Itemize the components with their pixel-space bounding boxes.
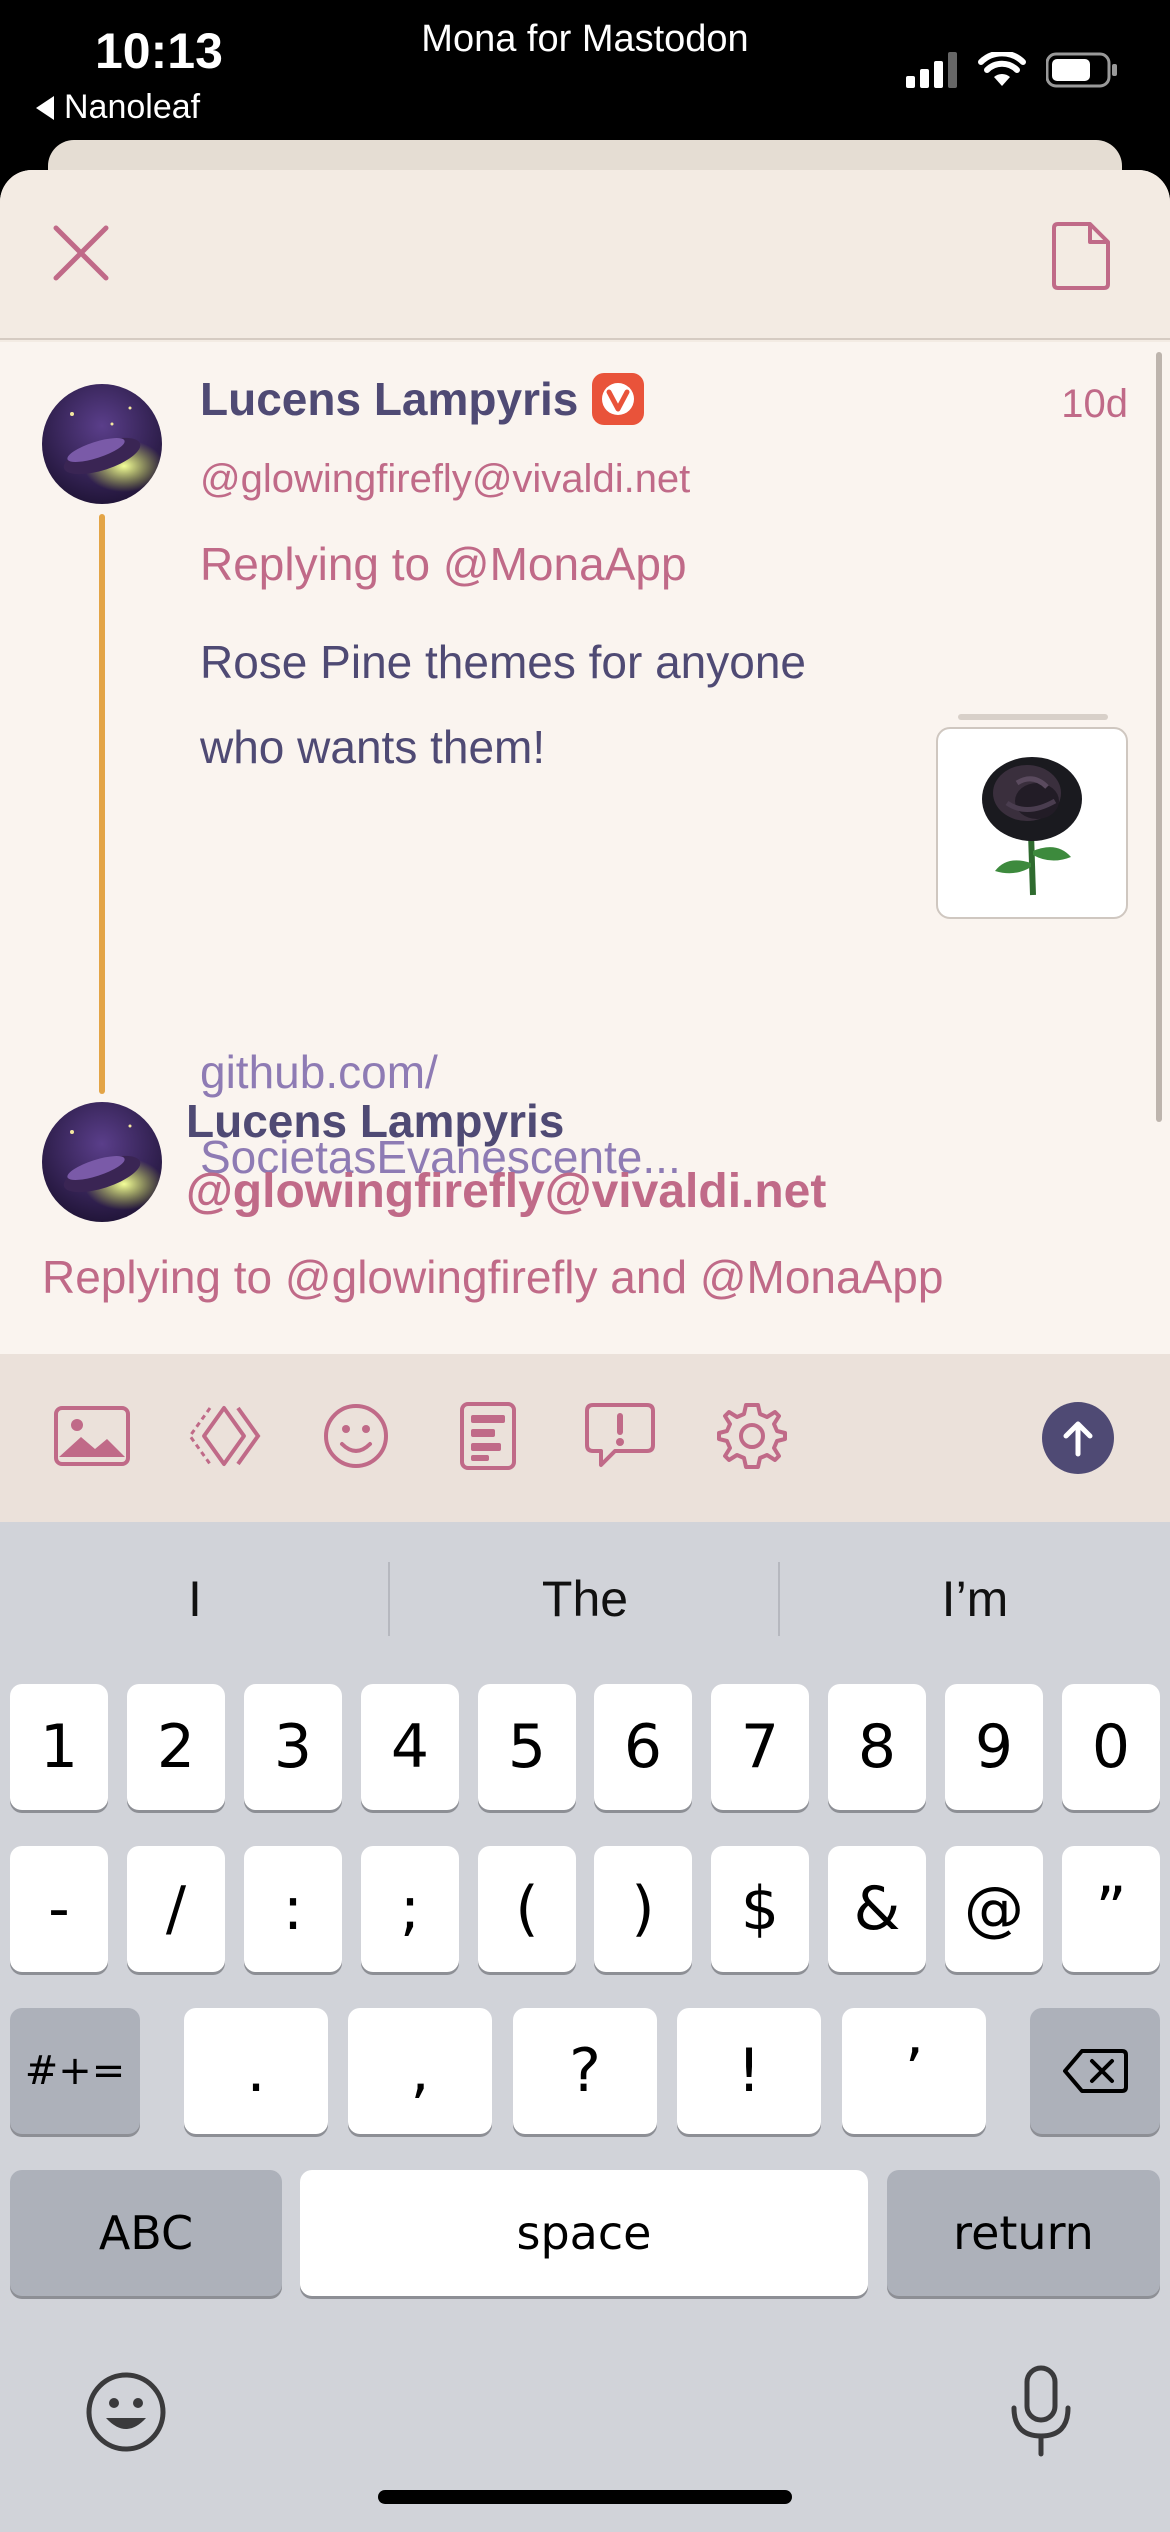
key-8[interactable]: 8	[828, 1684, 926, 1810]
back-triangle-icon	[36, 95, 54, 120]
key-hyphen[interactable]: -	[10, 1846, 108, 1972]
delete-key[interactable]	[1030, 2008, 1160, 2134]
keyboard-suggestions: I The I’m	[0, 1522, 1170, 1672]
suggestion-item[interactable]: I’m	[780, 1570, 1170, 1628]
media-stack-indicator	[958, 714, 1108, 720]
key-question[interactable]: ?	[513, 2008, 657, 2134]
status-icons	[906, 52, 1118, 88]
composer-avatar[interactable]	[42, 1102, 162, 1222]
content-warning-button[interactable]	[578, 1394, 662, 1478]
image-icon	[54, 1406, 130, 1466]
post-timestamp: 10d	[1061, 382, 1128, 426]
key-3[interactable]: 3	[244, 1684, 342, 1810]
key-6[interactable]: 6	[594, 1684, 692, 1810]
post-author-name-label: Lucens Lampyris	[200, 373, 579, 425]
key-period[interactable]: .	[184, 2008, 328, 2134]
suggestion-item[interactable]: I	[0, 1570, 390, 1628]
compose-sheet: Lucens Lampyris 10d @glowingfirefly@viva…	[0, 170, 1170, 1522]
suggestion-item[interactable]: The	[390, 1570, 780, 1628]
content-warning-icon	[585, 1403, 655, 1467]
composer-replying-to[interactable]: Replying to @glowingfirefly and @MonaApp	[42, 1250, 943, 1304]
compose-toolbar	[0, 1354, 1170, 1522]
rose-image	[982, 757, 1082, 896]
thread-line	[99, 514, 105, 1094]
composer-account-handle[interactable]: @glowingfirefly@vivaldi.net	[186, 1164, 826, 1219]
key-0[interactable]: 0	[1062, 1684, 1160, 1810]
send-icon	[1063, 1421, 1093, 1457]
gif-icon	[188, 1406, 261, 1466]
scrollbar[interactable]	[1156, 352, 1162, 1122]
post-author-name[interactable]: Lucens Lampyris	[200, 372, 645, 426]
add-image-button[interactable]	[50, 1394, 134, 1478]
post-settings-button[interactable]	[710, 1394, 794, 1478]
post-author-handle[interactable]: @glowingfirefly@vivaldi.net	[200, 457, 690, 502]
settings-icon	[717, 1403, 787, 1469]
battery-icon	[1046, 52, 1117, 88]
drafts-icon[interactable]	[1050, 220, 1112, 292]
status-bar: 10:13 Nanoleaf Mona for Mastodon	[0, 0, 1170, 150]
post-replying-to[interactable]: Replying to @MonaApp	[200, 537, 687, 591]
key-comma[interactable]: ,	[348, 2008, 492, 2134]
post-author-avatar[interactable]	[42, 384, 162, 504]
post-body-line: Rose Pine themes for anyone	[200, 636, 807, 688]
send-button[interactable]	[1042, 1402, 1114, 1474]
vivaldi-icon	[592, 373, 645, 425]
composer-account-name: Lucens Lampyris	[186, 1095, 565, 1147]
emoji-icon	[324, 1404, 388, 1468]
key-close-paren[interactable]: )	[594, 1846, 692, 1972]
keyboard: I The I’m 1 2 3 4 5 6 7 8 9 0 - / : ; ( …	[0, 1522, 1170, 2532]
key-4[interactable]: 4	[361, 1684, 459, 1810]
key-slash[interactable]: /	[127, 1846, 225, 1972]
post-media-thumbnail[interactable]	[936, 727, 1128, 919]
key-9[interactable]: 9	[945, 1684, 1043, 1810]
key-ampersand[interactable]: &	[828, 1846, 926, 1972]
emoji-button[interactable]	[314, 1394, 398, 1478]
key-more-symbols[interactable]: #+=	[10, 2008, 140, 2134]
key-space[interactable]: space	[300, 2170, 868, 2296]
close-icon[interactable]	[48, 220, 114, 286]
back-to-app-link[interactable]: Nanoleaf	[36, 88, 200, 127]
key-abc[interactable]: ABC	[10, 2170, 282, 2296]
key-open-paren[interactable]: (	[478, 1846, 576, 1972]
key-1[interactable]: 1	[10, 1684, 108, 1810]
poll-button[interactable]	[446, 1394, 530, 1478]
key-2[interactable]: 2	[127, 1684, 225, 1810]
backspace-icon	[1063, 2049, 1128, 2093]
back-app-label: Nanoleaf	[64, 88, 201, 126]
key-5[interactable]: 5	[478, 1684, 576, 1810]
key-at[interactable]: @	[945, 1846, 1043, 1972]
key-dollar[interactable]: $	[711, 1846, 809, 1972]
key-quote[interactable]: ”	[1062, 1846, 1160, 1972]
add-gif-button[interactable]	[182, 1394, 266, 1478]
wifi-icon	[978, 52, 1026, 86]
poll-icon	[460, 1402, 516, 1470]
key-return[interactable]: return	[887, 2170, 1160, 2296]
key-colon[interactable]: :	[244, 1846, 342, 1972]
dictation-mic-icon[interactable]	[1008, 2364, 1074, 2460]
keyboard-emoji-icon[interactable]	[84, 2370, 168, 2454]
key-apostrophe[interactable]: ’	[842, 2008, 986, 2134]
cellular-signal-icon	[906, 52, 957, 88]
compose-content: Lucens Lampyris 10d @glowingfirefly@viva…	[0, 342, 1170, 1362]
home-indicator[interactable]	[378, 2490, 792, 2504]
key-semicolon[interactable]: ;	[361, 1846, 459, 1972]
compose-header	[0, 170, 1170, 340]
key-exclamation[interactable]: !	[677, 2008, 821, 2134]
post-body-line: who wants them!	[200, 721, 546, 773]
post-body: Rose Pine themes for anyone who wants th…	[200, 620, 900, 790]
key-7[interactable]: 7	[711, 1684, 809, 1810]
